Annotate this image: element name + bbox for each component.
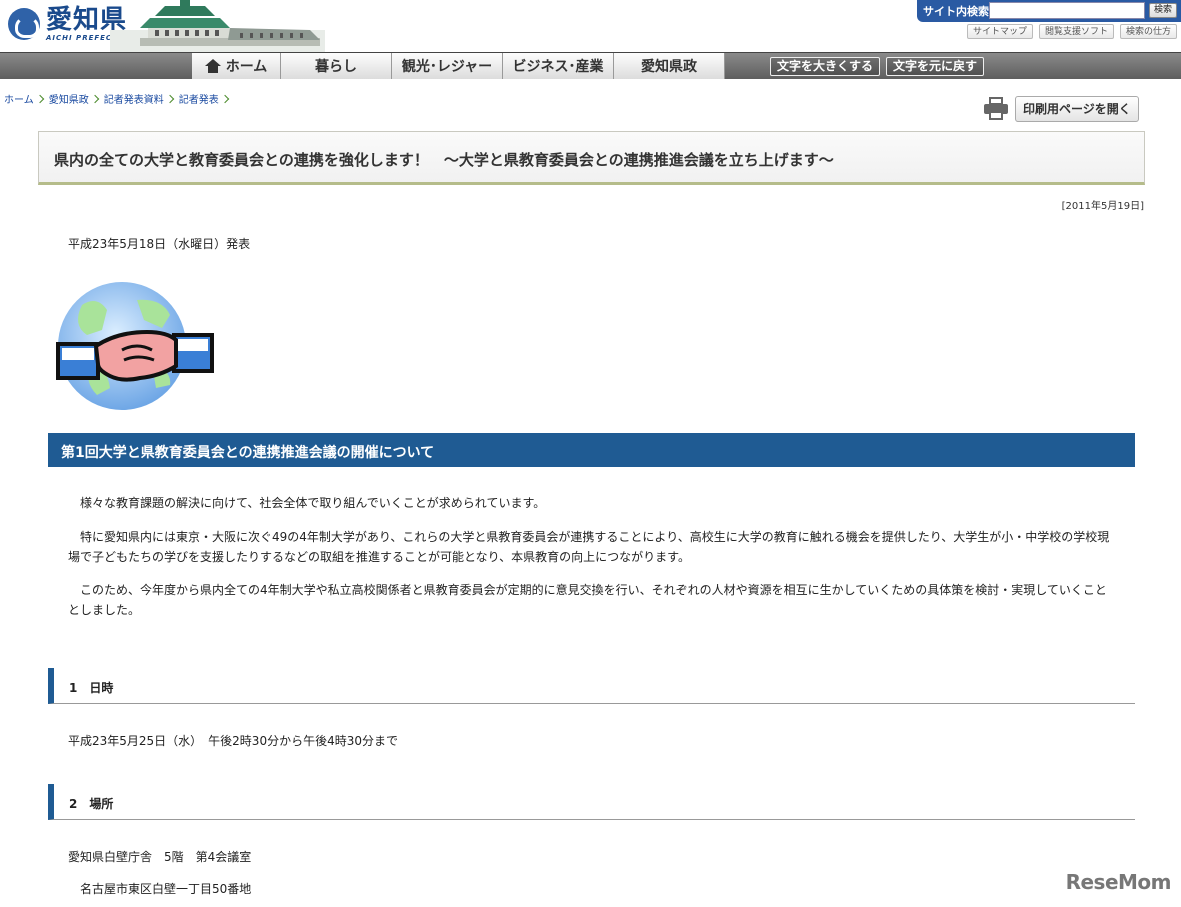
page-title: 県内の全ての大学と教育委員会との連携を強化します！ ～大学と県教育委員会との連携… (54, 151, 834, 169)
chevron-right-icon (90, 94, 99, 103)
watermark-logo: ReseMom (1065, 870, 1172, 894)
breadcrumb-press-release[interactable]: 記者発表 (179, 91, 229, 106)
datetime-text: 平成23年5月25日（水） 午後2時30分から午後4時30分まで (68, 734, 398, 748)
paragraph-3: このため、今年度から県内全ての4年制大学や私立高校関係者と県教育委員会が定期的に… (68, 583, 1107, 617)
chevron-right-icon (165, 94, 174, 103)
breadcrumb: ホーム 愛知県政 記者発表資料 記者発表 (4, 91, 234, 106)
prefecture-emblem-icon (8, 8, 40, 40)
site-header: 愛知県 AICHI PREFECTURE サイト内検索 検索 サイトマップ 閲覧… (0, 0, 1181, 52)
font-reset-button[interactable]: 文字を元に戻す (886, 57, 985, 76)
venue-address: 名古屋市東区白壁一丁目50番地 (80, 882, 252, 896)
nav-home[interactable]: ホーム (192, 53, 281, 79)
sitemap-link[interactable]: サイトマップ (966, 24, 1033, 39)
section-heading-bar: 第1回大学と県教育委員会との連携推進会議の開催について (48, 433, 1135, 467)
venue-text: 愛知県白壁庁舎 5階 第4会議室 (68, 850, 252, 864)
search-help-link[interactable]: 検索の仕方 (1119, 24, 1177, 39)
nav-home-label: ホーム (225, 59, 268, 75)
announce-date: 平成23年5月18日（水曜日）発表 (68, 237, 251, 251)
global-nav: ホーム 暮らし 観光･レジャー ビジネス･産業 愛知県政 文字を大きくする 文字… (0, 52, 1181, 79)
date-stamp: [2011年5月19日] (1061, 201, 1144, 212)
utility-links: サイトマップ 閲覧支援ソフト 検索の仕方 (966, 24, 1177, 39)
handshake-globe-image (56, 282, 214, 410)
breadcrumb-prefecture[interactable]: 愛知県政 (49, 91, 99, 106)
castle-image (110, 0, 325, 52)
print-area: 印刷用ページを開く (983, 96, 1139, 122)
font-larger-button[interactable]: 文字を大きくする (770, 57, 881, 76)
chevron-right-icon (220, 94, 229, 103)
nav-tourism[interactable]: 観光･レジャー (392, 53, 503, 79)
print-page-button[interactable]: 印刷用ページを開く (1015, 96, 1139, 122)
printer-icon[interactable] (983, 97, 1009, 121)
nav-living[interactable]: 暮らし (281, 53, 392, 79)
section-title: 第1回大学と県教育委員会との連携推進会議の開催について (61, 445, 435, 461)
chevron-right-icon (35, 94, 44, 103)
subheading-venue: 2 場所 (48, 784, 1135, 820)
subheading-venue-label: 2 場所 (69, 797, 114, 811)
breadcrumb-home[interactable]: ホーム (4, 91, 44, 106)
subheading-datetime: 1 日時 (48, 668, 1135, 704)
subheading-datetime-label: 1 日時 (69, 681, 114, 695)
breadcrumb-press-materials[interactable]: 記者発表資料 (104, 91, 174, 106)
search-label: サイト内検索 (923, 5, 989, 18)
nav-prefecture[interactable]: 愛知県政 (614, 53, 725, 79)
paragraph-1: 様々な教育課題の解決に向けて、社会全体で取り組んでいくことが求められています。 (68, 496, 546, 510)
home-icon (204, 59, 221, 73)
article-title-box: 県内の全ての大学と教育委員会との連携を強化します！ ～大学と県教育委員会との連携… (38, 131, 1145, 185)
nav-business[interactable]: ビジネス･産業 (503, 53, 614, 79)
search-input[interactable] (989, 2, 1145, 19)
site-search: サイト内検索 検索 (917, 0, 1181, 22)
paragraph-2: 特に愛知県内には東京・大阪に次ぐ49の4年制大学があり、これらの大学と県教育委員… (68, 530, 1110, 564)
accessibility-software-link[interactable]: 閲覧支援ソフト (1038, 24, 1114, 39)
search-button[interactable]: 検索 (1149, 3, 1177, 18)
